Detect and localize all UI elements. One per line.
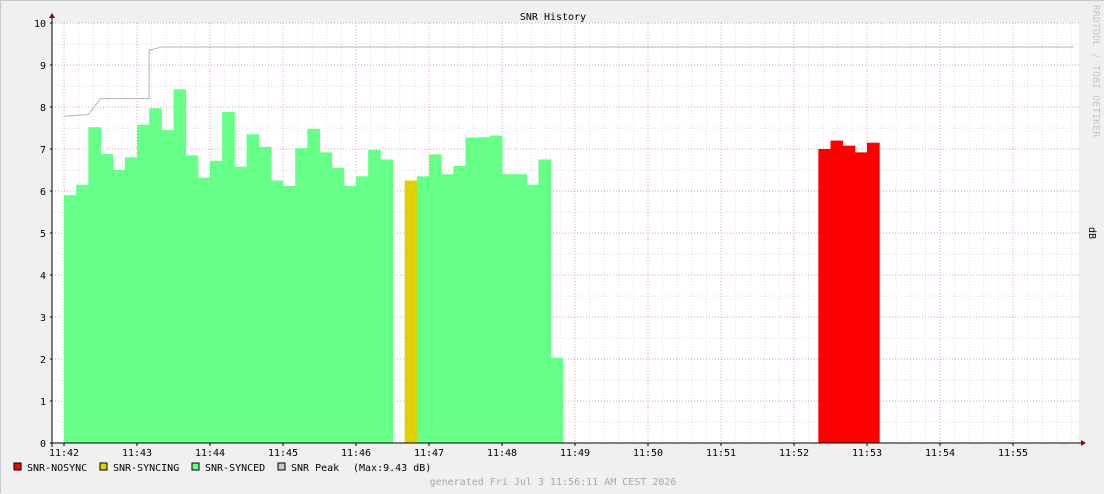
- snr-synced-bar: [234, 166, 247, 443]
- x-tick-label: 11:48: [487, 448, 517, 459]
- snr-synced-bar: [270, 180, 284, 443]
- x-tick-label: 11:45: [268, 448, 298, 459]
- x-tick-label: 11:42: [49, 448, 79, 459]
- snr-syncing-legend-label: SNR-SYNCING: [113, 463, 179, 474]
- snr-peak-legend-swatch: [277, 462, 286, 471]
- y-tick-label: 3: [40, 313, 46, 324]
- snr-nosync-legend-label: SNR-NOSYNC: [27, 463, 87, 474]
- snr-synced-bar: [258, 146, 272, 443]
- snr-synced-legend-swatch: [191, 462, 200, 471]
- snr-peak-legend-label: SNR Peak: [291, 463, 339, 474]
- snr-synced-bar: [416, 176, 430, 444]
- snr-synced-bar: [100, 154, 114, 444]
- y-tick-label: 1: [40, 397, 46, 408]
- y-axis-unit-label: dB: [1086, 227, 1097, 239]
- snr-synced-bar: [222, 112, 235, 443]
- x-tick-label: 11:43: [122, 448, 152, 459]
- snr-synced-bar: [502, 174, 515, 443]
- snr-synced-legend-label: SNR-SYNCED: [205, 463, 265, 474]
- y-tick-label: 0: [40, 439, 46, 450]
- snr-synced-bar: [161, 130, 174, 443]
- snr-synced-bar: [538, 159, 552, 443]
- snr-nosync-bar: [867, 142, 880, 443]
- x-tick-label: 11:46: [341, 448, 371, 459]
- snr-synced-bar: [246, 134, 260, 444]
- snr-synced-bar: [112, 170, 126, 443]
- y-tick-label: 7: [40, 145, 46, 156]
- snr-synced-bar: [477, 137, 491, 444]
- x-tick-label: 11:50: [633, 448, 663, 459]
- x-tick-label: 11:47: [414, 448, 444, 459]
- snr-synced-bar: [368, 149, 381, 443]
- snr-synced-bar: [283, 185, 296, 443]
- y-tick-label: 4: [40, 271, 46, 282]
- legend-max-note: (Max:9.43 dB): [353, 463, 431, 474]
- snr-synced-bar: [489, 135, 503, 443]
- snr-synced-bar: [356, 176, 369, 444]
- generated-timestamp: generated Fri Jul 3 11:56:11 AM CEST 202…: [430, 477, 677, 488]
- snr-synced-bar: [307, 128, 320, 443]
- y-tick-label: 5: [40, 229, 46, 240]
- snr-synced-bar: [295, 148, 308, 443]
- snr-synced-bar: [465, 137, 479, 443]
- snr-history-chart: 0 1 2 3 4 5 6 7 8 9 10 11:42 11:43 11:44 11:45 11:46 11…: [1, 1, 1104, 494]
- x-tick-label: 11:44: [195, 448, 225, 459]
- snr-synced-bar: [514, 174, 527, 443]
- y-tick-label: 6: [40, 187, 46, 198]
- rrdtool-credit: RRDTOOL / TOBI OETIKER: [1090, 5, 1101, 138]
- legend: SNR-NOSYNC SNR-SYNCING SNR-SYNCED SNR Peak (…: [13, 462, 431, 474]
- snr-synced-bar: [380, 159, 393, 443]
- y-tick-label: 8: [40, 103, 46, 114]
- snr-synced-bar: [550, 357, 564, 443]
- snr-synced-bar: [453, 165, 466, 444]
- snr-synced-bar: [173, 89, 187, 444]
- snr-synced-bar: [124, 157, 138, 443]
- snr-synced-bar: [76, 184, 89, 443]
- snr-nosync-bar: [842, 145, 856, 443]
- snr-synced-bar: [319, 152, 333, 444]
- x-tick-label: 11:53: [852, 448, 882, 459]
- snr-nosync-bar: [854, 152, 868, 444]
- snr-synced-bar: [210, 160, 223, 443]
- y-tick-label: 10: [34, 19, 46, 30]
- snr-synced-bar: [185, 155, 199, 444]
- chart-frame: 0 1 2 3 4 5 6 7 8 9 10 11:42 11:43 11:44 11:45 11:46 11…: [0, 0, 1104, 494]
- x-tick-label: 11:55: [998, 448, 1028, 459]
- x-tick-label: 11:51: [706, 448, 736, 459]
- snr-synced-bar: [64, 195, 77, 443]
- snr-synced-bar: [149, 108, 162, 443]
- x-tick-label: 11:49: [560, 448, 590, 459]
- x-tick-label: 11:52: [779, 448, 809, 459]
- snr-synced-bar: [526, 184, 539, 443]
- snr-synced-bar: [441, 174, 454, 443]
- snr-synced-bar: [197, 177, 211, 443]
- x-tick-label: 11:54: [925, 448, 955, 459]
- snr-nosync-legend-swatch: [13, 462, 22, 471]
- snr-nosync-bar: [830, 140, 844, 443]
- snr-syncing-legend-swatch: [99, 462, 108, 471]
- y-tick-label: 2: [40, 355, 46, 366]
- chart-title: SNR History: [520, 12, 586, 23]
- snr-synced-bar: [137, 124, 150, 443]
- snr-synced-bar: [88, 127, 101, 443]
- snr-synced-bar: [331, 167, 345, 443]
- snr-synced-bar: [429, 154, 442, 443]
- snr-synced-bar: [343, 185, 357, 443]
- y-tick-label: 9: [40, 61, 46, 72]
- snr-syncing-bar: [404, 180, 418, 443]
- snr-nosync-bar: [818, 149, 831, 443]
